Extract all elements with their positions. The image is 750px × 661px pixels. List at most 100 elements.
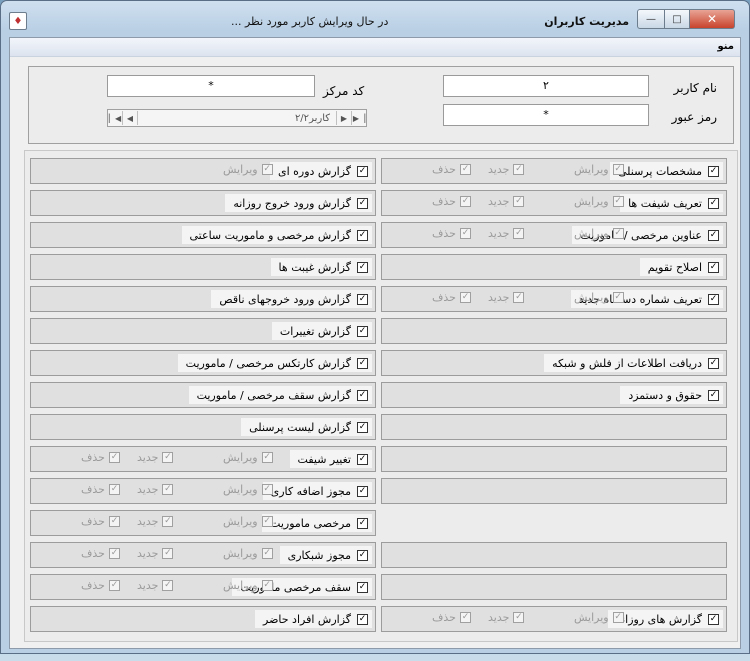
permission-checkbox[interactable]: ✓ گزارش تغییرات <box>271 322 372 340</box>
perm-edit-checkbox[interactable]: ✓ ویرایش <box>223 579 273 592</box>
password-field[interactable]: * <box>443 104 649 126</box>
permission-checkbox[interactable]: ✓ گزارش های روزانه <box>608 610 723 628</box>
center-code-field[interactable]: * <box>107 75 315 97</box>
minimize-button[interactable]: — <box>637 9 665 29</box>
checkbox-check-icon[interactable]: ✓ <box>261 516 273 527</box>
next-record-button[interactable]: ▶ <box>336 111 351 125</box>
checkbox-check-icon[interactable]: ✓ <box>708 229 719 241</box>
permission-checkbox[interactable]: ✓ مجوز شبکاری <box>279 546 372 564</box>
menu-item[interactable]: منو <box>717 41 734 52</box>
permission-checkbox[interactable]: ✓ تعریف شیفت ها <box>620 194 723 212</box>
app-icon[interactable]: ♦ <box>9 12 27 30</box>
checkbox-check-icon[interactable]: ✓ <box>612 196 624 207</box>
checkbox-check-icon[interactable]: ✓ <box>162 516 174 527</box>
permission-checkbox[interactable]: ✓ تغییر شیفت <box>289 450 372 468</box>
checkbox-check-icon[interactable]: ✓ <box>162 548 174 559</box>
checkbox-check-icon[interactable]: ✓ <box>357 293 368 305</box>
checkbox-check-icon[interactable]: ✓ <box>357 421 368 433</box>
perm-delete-checkbox[interactable]: ✓ حذف <box>81 547 120 560</box>
username-field[interactable]: ٢ <box>443 75 649 97</box>
checkbox-check-icon[interactable]: ✓ <box>459 164 471 175</box>
checkbox-check-icon[interactable]: ✓ <box>108 516 120 527</box>
checkbox-check-icon[interactable]: ✓ <box>612 612 624 623</box>
first-record-button[interactable]: ▏◀ <box>108 111 123 125</box>
perm-edit-checkbox[interactable]: ✓ ویرایش <box>223 515 273 528</box>
checkbox-check-icon[interactable]: ✓ <box>357 485 368 497</box>
perm-edit-checkbox[interactable]: ✓ ویرایش <box>574 611 624 624</box>
perm-delete-checkbox[interactable]: ✓ حذف <box>432 195 471 208</box>
perm-edit-checkbox[interactable]: ✓ ویرایش <box>574 195 624 208</box>
checkbox-check-icon[interactable]: ✓ <box>162 452 174 463</box>
permission-checkbox[interactable]: ✓ گزارش سقف مرخصی / ماموریت <box>188 386 372 404</box>
permission-checkbox[interactable]: ✓ اصلاح تقویم <box>639 258 723 276</box>
checkbox-check-icon[interactable]: ✓ <box>261 452 273 463</box>
permission-checkbox[interactable]: ✓ گزارش لیست پرسنلی <box>241 418 372 436</box>
perm-new-checkbox[interactable]: ✓ جدید <box>488 291 525 304</box>
permission-checkbox[interactable]: ✓ گزارش دوره ای <box>269 162 372 180</box>
checkbox-check-icon[interactable]: ✓ <box>708 389 719 401</box>
checkbox-check-icon[interactable]: ✓ <box>162 580 174 591</box>
checkbox-check-icon[interactable]: ✓ <box>459 228 471 239</box>
perm-delete-checkbox[interactable]: ✓ حذف <box>432 611 471 624</box>
perm-delete-checkbox[interactable]: ✓ حذف <box>81 451 120 464</box>
perm-new-checkbox[interactable]: ✓ جدید <box>137 579 174 592</box>
checkbox-check-icon[interactable]: ✓ <box>708 293 719 305</box>
checkbox-check-icon[interactable]: ✓ <box>261 548 273 559</box>
permission-checkbox[interactable]: ✓ حقوق و دستمزد <box>620 386 723 404</box>
perm-new-checkbox[interactable]: ✓ جدید <box>137 515 174 528</box>
perm-delete-checkbox[interactable]: ✓ حذف <box>432 291 471 304</box>
checkbox-check-icon[interactable]: ✓ <box>108 452 120 463</box>
permission-checkbox[interactable]: ✓ گزارش مرخصی و ماموریت ساعتی <box>181 226 372 244</box>
checkbox-check-icon[interactable]: ✓ <box>357 581 368 593</box>
checkbox-check-icon[interactable]: ✓ <box>357 165 368 177</box>
checkbox-check-icon[interactable]: ✓ <box>459 292 471 303</box>
permission-checkbox[interactable]: ✓ گزارش ورود خروج روزانه <box>225 194 372 212</box>
checkbox-check-icon[interactable]: ✓ <box>708 261 719 273</box>
checkbox-check-icon[interactable]: ✓ <box>513 292 525 303</box>
checkbox-check-icon[interactable]: ✓ <box>513 612 525 623</box>
perm-edit-checkbox[interactable]: ✓ ویرایش <box>223 547 273 560</box>
checkbox-check-icon[interactable]: ✓ <box>357 325 368 337</box>
perm-edit-checkbox[interactable]: ✓ ویرایش <box>574 227 624 240</box>
permission-checkbox[interactable]: ✓ مجوز اضافه کاری <box>262 482 372 500</box>
perm-delete-checkbox[interactable]: ✓ حذف <box>432 227 471 240</box>
checkbox-check-icon[interactable]: ✓ <box>357 357 368 369</box>
checkbox-check-icon[interactable]: ✓ <box>357 389 368 401</box>
checkbox-check-icon[interactable]: ✓ <box>108 548 120 559</box>
permission-checkbox[interactable]: ✓ گزارش افراد حاضر <box>255 610 372 628</box>
perm-edit-checkbox[interactable]: ✓ ویرایش <box>223 451 273 464</box>
permission-checkbox[interactable]: ✓ مشخصات پرسنلی <box>609 162 723 180</box>
permission-checkbox[interactable]: ✓ گزارش کارتکس مرخصی / ماموریت <box>177 354 372 372</box>
checkbox-check-icon[interactable]: ✓ <box>108 580 120 591</box>
permission-checkbox[interactable]: ✓ مرخصی ماموریت <box>262 514 372 532</box>
checkbox-check-icon[interactable]: ✓ <box>612 164 624 175</box>
checkbox-check-icon[interactable]: ✓ <box>513 164 525 175</box>
checkbox-check-icon[interactable]: ✓ <box>261 484 273 495</box>
title-bar[interactable]: ♦ در حال ویرایش کاربر مورد نظر ... مدیری… <box>1 1 749 37</box>
checkbox-check-icon[interactable]: ✓ <box>108 484 120 495</box>
last-record-button[interactable]: ▶▕ <box>351 111 366 125</box>
perm-new-checkbox[interactable]: ✓ جدید <box>488 163 525 176</box>
checkbox-check-icon[interactable]: ✓ <box>708 197 719 209</box>
perm-new-checkbox[interactable]: ✓ جدید <box>488 195 525 208</box>
perm-new-checkbox[interactable]: ✓ جدید <box>137 451 174 464</box>
perm-new-checkbox[interactable]: ✓ جدید <box>137 547 174 560</box>
perm-delete-checkbox[interactable]: ✓ حذف <box>81 579 120 592</box>
permission-checkbox[interactable]: ✓ گزارش ورود خروجهای ناقص <box>211 290 372 308</box>
perm-new-checkbox[interactable]: ✓ جدید <box>488 227 525 240</box>
perm-edit-checkbox[interactable]: ✓ ویرایش <box>574 163 624 176</box>
checkbox-check-icon[interactable]: ✓ <box>357 197 368 209</box>
checkbox-check-icon[interactable]: ✓ <box>357 261 368 273</box>
prev-record-button[interactable]: ◀ <box>123 111 138 125</box>
checkbox-check-icon[interactable]: ✓ <box>708 357 719 369</box>
checkbox-check-icon[interactable]: ✓ <box>261 164 273 175</box>
permission-checkbox[interactable]: ✓ دریافت اطلاعات از فلش و شبکه <box>544 354 723 372</box>
checkbox-check-icon[interactable]: ✓ <box>513 196 525 207</box>
checkbox-check-icon[interactable]: ✓ <box>708 613 719 625</box>
checkbox-check-icon[interactable]: ✓ <box>708 165 719 177</box>
close-button[interactable]: ✕ <box>690 9 735 29</box>
permission-checkbox[interactable]: ✓ گزارش غیبت ها <box>270 258 372 276</box>
checkbox-check-icon[interactable]: ✓ <box>357 453 368 465</box>
maximize-button[interactable]: □ <box>665 9 690 29</box>
checkbox-check-icon[interactable]: ✓ <box>459 196 471 207</box>
